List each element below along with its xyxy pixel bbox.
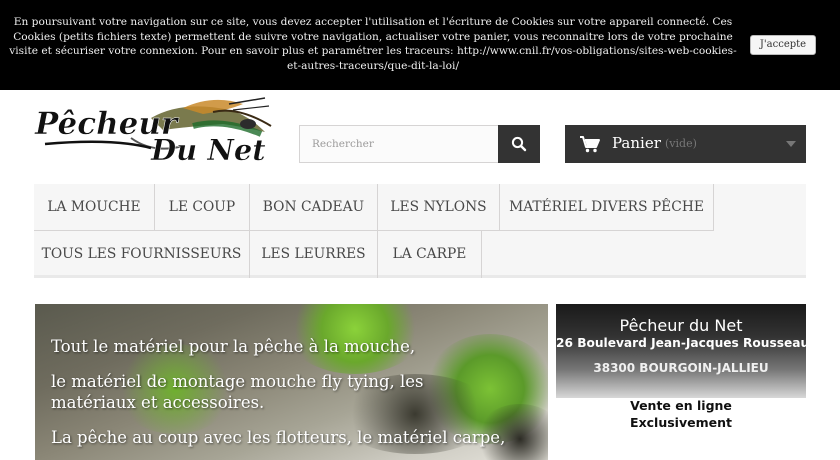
shop-info-banner[interactable]: Pêcheur du Net 26 Boulevard Jean-Jacques… xyxy=(556,304,806,460)
shop-city: 38300 BOURGOIN-JALLIEU xyxy=(593,361,769,375)
menu-item-le-coup[interactable]: LE COUP xyxy=(155,184,250,231)
accept-cookies-button[interactable]: J'accepte xyxy=(750,35,816,55)
banner-text-line: La pêche au coup avec les flotteurs, le … xyxy=(51,428,506,447)
banner-text-line: le matériel de montage mouche fly tying,… xyxy=(51,372,424,391)
shopping-cart-icon xyxy=(579,135,601,157)
sale-text-line2: Exclusivement xyxy=(630,415,732,430)
chevron-down-icon xyxy=(786,141,796,147)
shop-address: 26 Boulevard Jean-Jacques Rousseau xyxy=(556,336,806,350)
menu-item-les-leurres[interactable]: LES LEURRES xyxy=(250,231,378,278)
menu-item-les-nylons[interactable]: LES NYLONS xyxy=(378,184,500,231)
logo-text-line2: Du Net xyxy=(150,133,266,167)
menu-item-la-carpe[interactable]: LA CARPE xyxy=(378,231,482,278)
main-menu: LA MOUCHE LE COUP BON CADEAU LES NYLONS … xyxy=(34,184,806,278)
menu-item-bon-cadeau[interactable]: BON CADEAU xyxy=(250,184,378,231)
cookie-banner: En poursuivant votre navigation sur ce s… xyxy=(0,0,840,90)
logo-artwork: Pêcheur Du Net xyxy=(34,97,272,167)
sale-text-line1: Vente en ligne xyxy=(630,398,732,413)
banner-text-line: Tout le matériel pour la pêche à la mouc… xyxy=(51,337,416,356)
search-button[interactable] xyxy=(498,125,540,163)
cart-label: Panier xyxy=(612,134,661,152)
search-icon xyxy=(511,136,527,152)
cart-status: (vide) xyxy=(665,137,697,150)
menu-item-tous-les-fournisseurs[interactable]: TOUS LES FOURNISSEURS xyxy=(34,231,250,278)
search-input[interactable]: Rechercher xyxy=(300,126,499,162)
cookie-notice-text: En poursuivant votre navigation sur ce s… xyxy=(9,16,737,72)
banner-text-line: matériaux et accessoires. xyxy=(51,393,265,412)
site-logo[interactable]: Pêcheur Du Net xyxy=(33,96,275,168)
menu-item-la-mouche[interactable]: LA MOUCHE xyxy=(34,184,155,231)
promo-banner[interactable]: Tout le matériel pour la pêche à la mouc… xyxy=(35,304,548,460)
menu-item-materiel-divers-peche[interactable]: MATÉRIEL DIVERS PÊCHE xyxy=(500,184,714,231)
cart-button[interactable]: Panier (vide) xyxy=(565,125,806,163)
shop-name: Pêcheur du Net xyxy=(619,316,743,335)
search-box: Rechercher xyxy=(299,125,540,163)
